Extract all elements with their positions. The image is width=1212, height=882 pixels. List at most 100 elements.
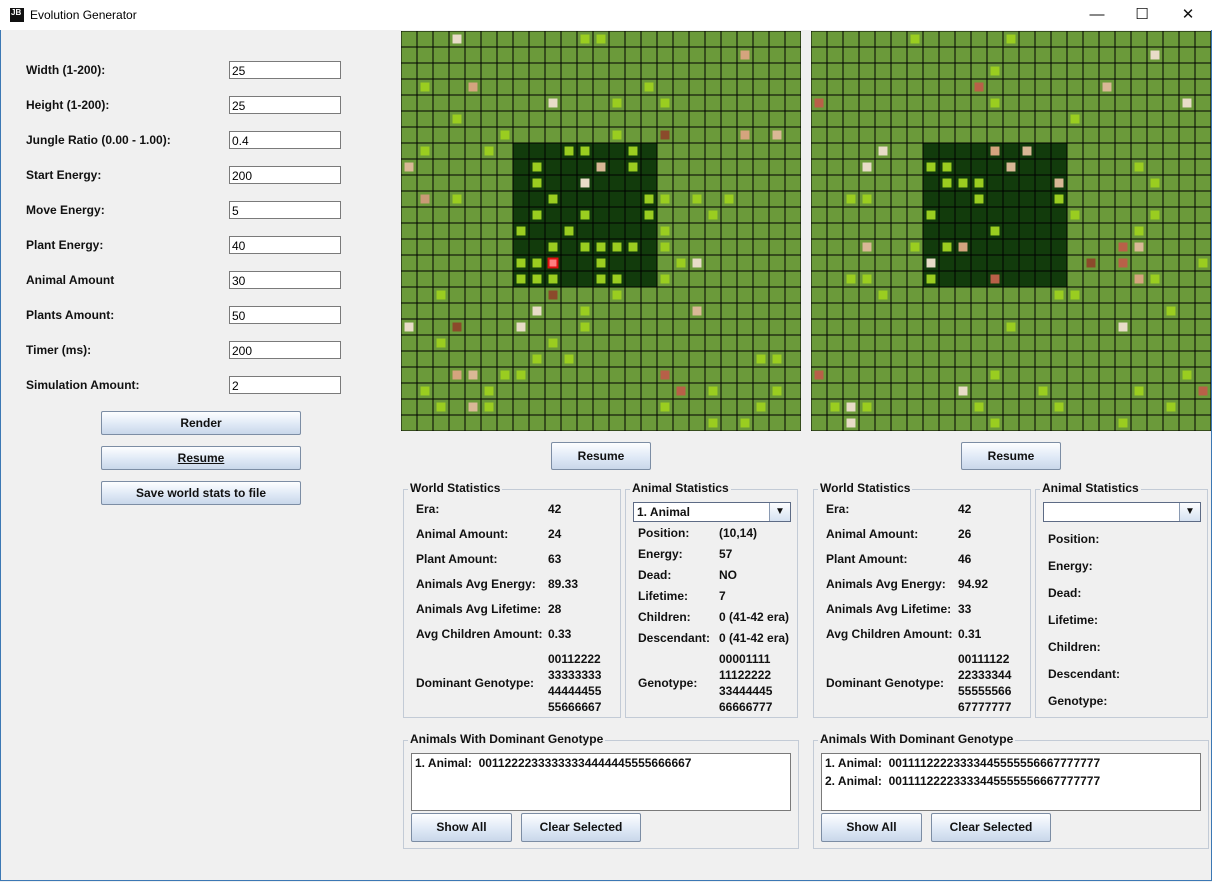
animal-cell[interactable] [846,418,856,428]
list-item[interactable]: 1. Animal: 00111122223333445555556667777… [822,754,1200,772]
animal-cell[interactable] [1118,242,1128,252]
animal-cell[interactable] [846,402,856,412]
animal-cell[interactable] [580,178,590,188]
minimize-button[interactable]: — [1074,0,1120,30]
jungle-cell [1034,222,1052,240]
steppe-cell [1114,350,1132,368]
animal-cell[interactable] [958,386,968,396]
list-item[interactable]: 2. Animal: 00111122223333445555556667777… [822,772,1200,790]
animal-cell[interactable] [1118,322,1128,332]
animal-cell[interactable] [1118,258,1128,268]
steppe-cell [954,398,972,416]
save-stats-button[interactable]: Save world stats to file [101,481,301,505]
plant-cell [516,258,526,268]
dominant-animals-list[interactable]: 1. Animal: 00111122223333445555556667777… [821,753,1201,811]
height-input[interactable] [229,96,341,114]
steppe-cell [1178,46,1196,64]
animal-cell[interactable] [926,258,936,268]
animal-cell[interactable] [1182,98,1192,108]
animal-cell[interactable] [596,162,606,172]
plants-amount-input[interactable] [229,306,341,324]
animal-cell[interactable] [548,98,558,108]
steppe-cell [401,334,418,352]
animal-cell[interactable] [452,34,462,44]
animal-cell[interactable] [692,306,702,316]
show-all-button[interactable]: Show All [411,813,512,842]
resume-all-button[interactable]: Resume [101,446,301,470]
animal-cell[interactable] [878,146,888,156]
animal-cell[interactable] [772,130,782,140]
steppe-cell [432,31,450,48]
steppe-cell [1018,302,1036,320]
resume-button-2[interactable]: Resume [961,442,1061,470]
animal-cell[interactable] [958,242,968,252]
animal-cell[interactable] [692,258,702,268]
dominant-animals-list[interactable]: 1. Animal: 00112222333333334444445555666… [411,753,791,811]
start-energy-input[interactable] [229,166,341,184]
steppe-cell [1178,286,1196,304]
animal-cell[interactable] [862,162,872,172]
animal-cell[interactable] [468,82,478,92]
animal-cell[interactable] [814,370,824,380]
animal-cell[interactable] [516,322,526,332]
clear-selected-button[interactable]: Clear Selected [931,813,1051,842]
move-energy-input[interactable] [229,201,341,219]
animal-cell[interactable] [740,50,750,60]
animal-cell[interactable] [1198,386,1208,396]
animal-cell[interactable] [1134,242,1144,252]
animal-cell[interactable] [814,98,824,108]
world-map-2[interactable] [811,31,1211,431]
animal-cell[interactable] [676,386,686,396]
close-button[interactable]: ✕ [1165,0,1211,30]
steppe-cell [1162,350,1180,368]
animal-cell[interactable] [660,370,670,380]
chevron-down-icon[interactable]: ▼ [1179,503,1200,521]
steppe-cell [592,286,610,304]
animal-cell[interactable] [420,194,430,204]
steppe-cell [576,398,594,416]
animal-cell[interactable] [990,146,1000,156]
list-item[interactable]: 1. Animal: 00112222333333334444445555666… [412,754,790,772]
animal-cell[interactable] [468,402,478,412]
steppe-cell [874,46,892,64]
animal-cell[interactable] [548,290,558,300]
animal-cell[interactable] [547,257,559,269]
animal-cell[interactable] [1150,50,1160,60]
animal-cell[interactable] [532,306,542,316]
width-input[interactable] [229,61,341,79]
animal-cell[interactable] [1086,258,1096,268]
world-map-1[interactable] [401,31,801,431]
animal-cell[interactable] [1054,178,1064,188]
animal-cell[interactable] [974,82,984,92]
animal-cell[interactable] [1134,274,1144,284]
steppe-cell [704,110,722,128]
animal-cell[interactable] [740,130,750,140]
maximize-button[interactable]: ☐ [1119,0,1165,30]
timer-input[interactable] [229,341,341,359]
animal-cell[interactable] [452,370,462,380]
plant-energy-input[interactable] [229,236,341,254]
animal-cell[interactable] [468,370,478,380]
steppe-cell [890,31,908,48]
animal-cell[interactable] [404,162,414,172]
animal-cell[interactable] [660,130,670,140]
chevron-down-icon[interactable]: ▼ [769,503,790,521]
animal-cell[interactable] [404,322,414,332]
render-button[interactable]: Render [101,411,301,435]
animal-select-dropdown[interactable]: 1. Animal ▼ [633,502,791,522]
animal-cell[interactable] [1102,82,1112,92]
animal-select-dropdown[interactable]: ▼ [1043,502,1201,522]
animal-cell[interactable] [1022,146,1032,156]
clear-selected-button[interactable]: Clear Selected [521,813,641,842]
animal-cell[interactable] [990,274,1000,284]
jungle-cell [986,238,1004,256]
animal-cell[interactable] [862,242,872,252]
simulation-amount-input[interactable] [229,376,341,394]
steppe-cell [624,382,642,400]
animal-amount-input[interactable] [229,271,341,289]
animal-cell[interactable] [452,322,462,332]
show-all-button[interactable]: Show All [821,813,922,842]
resume-button-1[interactable]: Resume [551,442,651,470]
jungle-ratio-input[interactable] [229,131,341,149]
animal-cell[interactable] [1006,162,1016,172]
